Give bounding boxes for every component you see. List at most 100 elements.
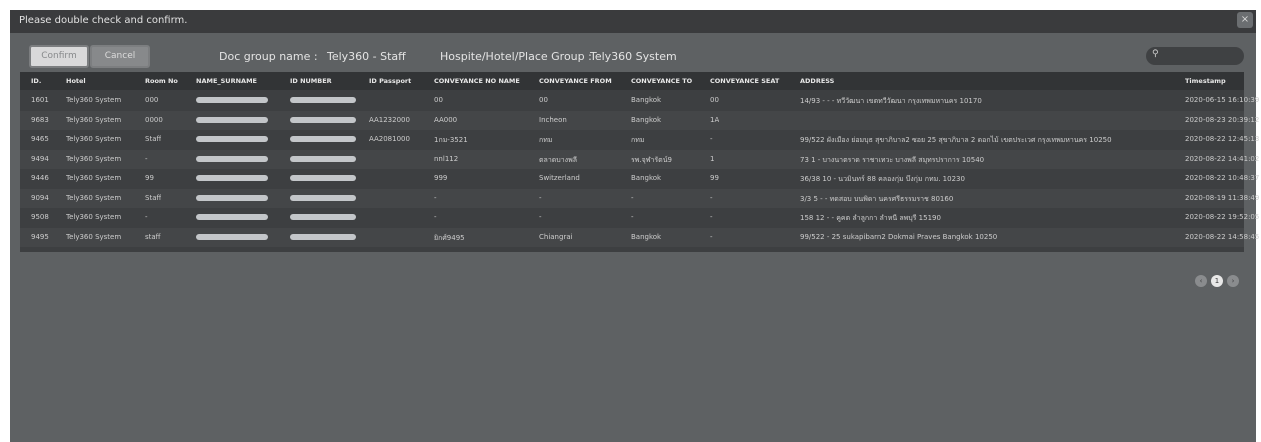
doc-group-label: Doc group name : [219, 50, 318, 63]
column-header[interactable]: NAME_SURNAME [196, 77, 257, 85]
cell-conv-from: 00 [539, 96, 548, 104]
cell-address: 99/522 ผังเมือง ย่อมบุธ สุขาภิบาล2 ซอย 2… [800, 136, 1112, 144]
cell-hotel: Tely360 System [66, 135, 122, 143]
cancel-button[interactable]: Cancel [90, 45, 150, 68]
redacted-id-number [290, 214, 356, 220]
cell-conv-name: 999 [434, 174, 448, 182]
cell-conv-name: - [434, 193, 437, 202]
cell-hotel: Tely360 System [66, 213, 122, 221]
cell-hotel: Tely360 System [66, 96, 122, 104]
doc-group-value: Tely360 - Staff [327, 50, 406, 63]
search-box[interactable]: ⚲ [1146, 47, 1244, 65]
column-header[interactable]: CONVEYANCE NO NAME [434, 77, 520, 85]
search-icon: ⚲ [1152, 49, 1159, 59]
place-group-label: Hospite/Hotel/Place Group : [440, 50, 592, 63]
cell-timestamp: 2020-08-22 10:48:37 [1185, 174, 1260, 182]
cell-seat: 99 [710, 174, 719, 182]
column-header[interactable]: ID. [31, 77, 41, 85]
table-row[interactable]: 9508 Tely360 System - - - - - 158 12 - - คูคต ล… [20, 208, 1259, 227]
search-input[interactable] [1164, 49, 1242, 64]
cell-seat: - [710, 193, 713, 202]
cell-timestamp: 2020-08-19 11:38:49 [1185, 193, 1260, 202]
cell-seat: - [710, 213, 713, 221]
cell-conv-name: nnl112 [434, 154, 459, 163]
cell-conv-to: - [631, 213, 634, 221]
cell-id: 9494 [31, 154, 49, 163]
cell-id: 9683 [31, 115, 49, 124]
page-button-current[interactable]: 1 [1211, 275, 1223, 287]
cell-hotel: Tely360 System [66, 174, 122, 182]
cell-seat: - [710, 232, 713, 241]
cell-conv-from: Chiangrai [539, 232, 573, 241]
cell-id: 1601 [31, 96, 49, 104]
cell-seat: 1A [710, 115, 720, 124]
cell-hotel: Tely360 System [66, 115, 122, 124]
redacted-id-number [290, 233, 356, 240]
redacted-name [196, 214, 268, 220]
cell-address: 158 12 - - คูคต ลำลูกกา ลำหนี ลพบุรี 151… [800, 214, 941, 222]
confirm-dialog: Please double check and confirm. × Confi… [10, 10, 1259, 442]
cell-id: 9465 [31, 135, 49, 143]
cell-conv-to: กทม [631, 136, 645, 144]
column-header[interactable]: ID Passport [369, 77, 411, 85]
redacted-name [196, 194, 268, 201]
redacted-name [196, 136, 268, 142]
cell-hotel: Tely360 System [66, 232, 122, 241]
cell-conv-to: Bangkok [631, 115, 662, 124]
table-row[interactable]: 9094 Tely360 System Staff - - - - 3/3 5 - - ทดส… [20, 188, 1259, 208]
redacted-name [196, 175, 268, 181]
cell-timestamp: 2020-08-22 12:45:13 [1185, 135, 1260, 143]
table-row[interactable]: 9446 Tely360 System 99 999 Switzerland Bangko… [20, 169, 1259, 188]
cell-room: staff [145, 232, 161, 241]
cell-conv-name: 00 [434, 96, 443, 104]
cell-address: 36/38 10 - นวมินทร์ 88 คลองกุ่ม บึงกุ่ม … [800, 175, 965, 183]
table-row[interactable]: 9683 Tely360 System 0000 AA1232000 AA000 Inch… [20, 110, 1259, 130]
table-row[interactable]: 1601 Tely360 System 000 00 00 Bangkok 00 14/93 … [20, 91, 1259, 110]
column-header[interactable]: Hotel [66, 77, 86, 85]
close-icon[interactable]: × [1237, 12, 1253, 28]
cell-address: 99/522 - 25 sukapibarn2 Dokmai Praves Ba… [800, 232, 998, 241]
cell-conv-to: รพ.จุฬารัตน์9 [631, 155, 672, 164]
redacted-id-number [290, 97, 356, 103]
redacted-name [196, 116, 268, 123]
column-header[interactable]: Timestamp [1185, 77, 1226, 85]
cell-passport: AA2081000 [369, 135, 410, 143]
cell-seat: - [710, 135, 713, 143]
cell-conv-from: Incheon [539, 115, 567, 124]
column-header[interactable]: Room No [145, 77, 178, 85]
column-header[interactable]: CONVEYANCE FROM [539, 77, 612, 85]
dialog-title: Please double check and confirm. [19, 15, 188, 26]
cell-room: - [145, 213, 148, 221]
column-header[interactable]: CONVEYANCE TO [631, 77, 692, 85]
dialog-titlebar: Please double check and confirm. × [10, 10, 1256, 33]
redacted-name [196, 97, 268, 103]
cell-hotel: Tely360 System [66, 154, 122, 163]
column-header[interactable]: CONVEYANCE SEAT [710, 77, 779, 85]
cell-timestamp: 2020-08-22 14:58:45 [1185, 232, 1260, 241]
cell-conv-name: AA000 [434, 115, 458, 124]
redacted-id-number [290, 155, 356, 162]
cell-seat: 1 [710, 154, 715, 163]
cell-conv-from: กทม [539, 136, 553, 144]
cell-room: 000 [145, 96, 159, 104]
cell-id: 9508 [31, 213, 49, 221]
redacted-id-number [290, 194, 356, 201]
cell-address: 14/93 - - - ทวีวัฒนา เขตทวีวัฒนา กรุงเทพ… [800, 97, 982, 105]
redacted-name [196, 155, 268, 162]
table-row[interactable]: 9495 Tely360 System staff ยิกศ์9495 Chiangra… [20, 227, 1259, 247]
cell-id: 9446 [31, 174, 49, 182]
prev-page-button[interactable]: ‹ [1195, 275, 1207, 287]
redacted-id-number [290, 116, 356, 123]
place-group-value: Tely360 System [590, 50, 677, 63]
column-header[interactable]: ID NUMBER [290, 77, 332, 85]
cell-room: Staff [145, 193, 162, 202]
table-row[interactable]: 9465 Tely360 System Staff AA2081000 1กม-3521… [20, 130, 1259, 149]
cell-conv-from: - [539, 213, 542, 221]
confirm-button[interactable]: Confirm [29, 45, 89, 68]
next-page-button[interactable]: › [1227, 275, 1239, 287]
column-header[interactable]: ADDRESS [800, 77, 834, 85]
table-row[interactable]: 9494 Tely360 System - nnl112 ตลาดบางพลี รพ.จุ… [20, 149, 1259, 169]
redacted-id-number [290, 136, 356, 142]
cell-seat: 00 [710, 96, 719, 104]
cell-timestamp: 2020-08-22 19:52:05 [1185, 213, 1260, 221]
